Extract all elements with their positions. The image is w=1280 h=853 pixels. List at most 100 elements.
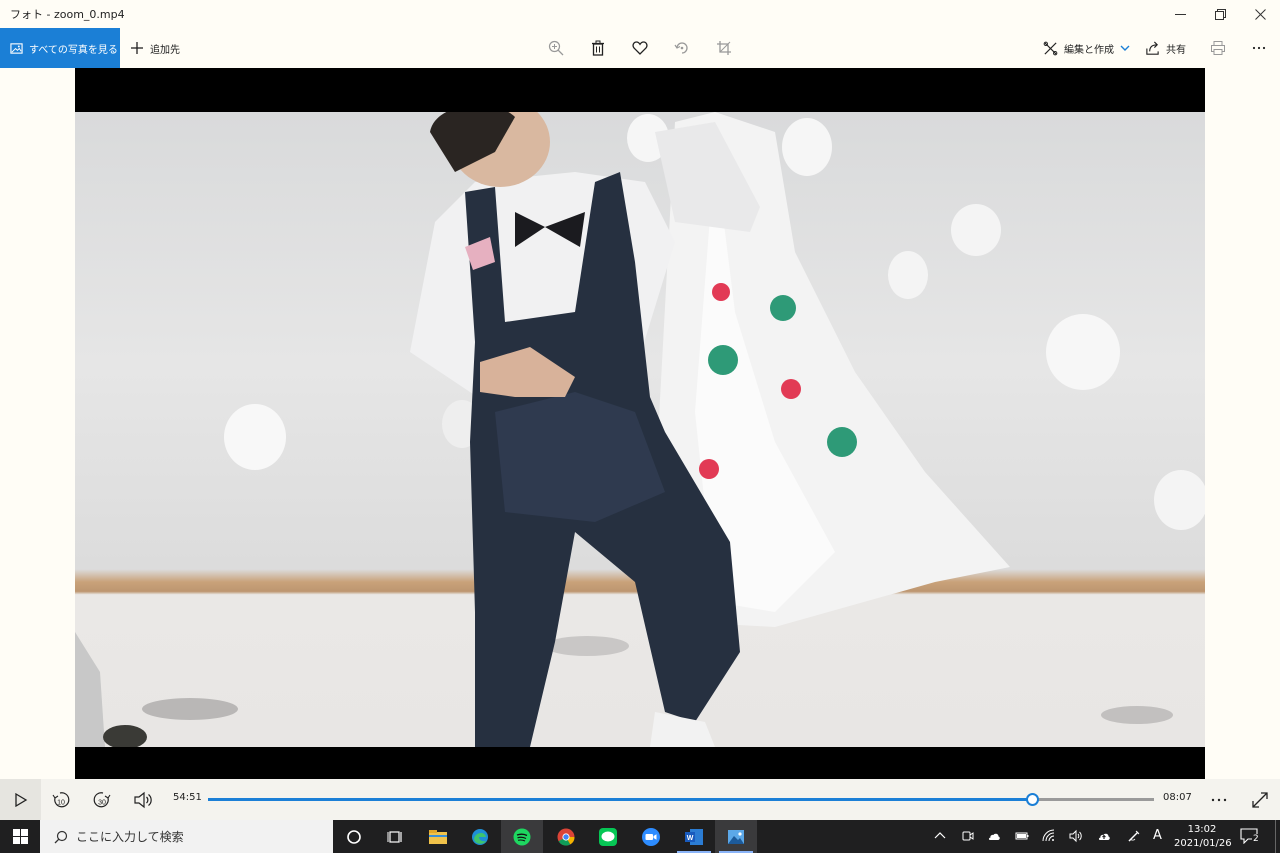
photos-icon (10, 42, 23, 54)
trash-icon (592, 40, 604, 56)
cloud-upload-icon (1098, 833, 1110, 840)
remaining-time: 08:07 (1163, 792, 1192, 803)
seek-thumb[interactable] (1025, 793, 1039, 806)
add-to-button[interactable]: 追加先 (130, 28, 180, 68)
edge-app[interactable] (459, 820, 501, 853)
window-controls (1160, 0, 1280, 28)
edge-icon (472, 828, 488, 845)
edit-create-label: 編集と作成 (1064, 44, 1114, 56)
see-all-photos-label: すべての写真を見る (29, 44, 118, 56)
taskbar-search-box[interactable]: ここに入力して検索 (40, 820, 333, 853)
printer-icon (1211, 41, 1225, 55)
see-all-photos-button[interactable]: すべての写真を見る (0, 28, 120, 68)
video-viewport[interactable] (75, 68, 1205, 779)
zoom-in-icon (548, 40, 564, 56)
chevron-up-icon (934, 832, 946, 839)
plus-icon (131, 42, 143, 54)
word-app[interactable]: W (673, 820, 715, 853)
chevron-down-icon (1120, 45, 1130, 51)
zoom-button[interactable] (546, 38, 566, 58)
wifi-icon (1042, 829, 1055, 842)
playback-controls: 10 30 54:51 08:07 (0, 779, 1280, 820)
word-icon: W (685, 828, 703, 845)
speaker-icon (1069, 829, 1082, 843)
add-to-label: 追加先 (150, 44, 180, 56)
window-title: フォト - zoom_0.mp4 (10, 8, 125, 21)
forward-button[interactable]: 30 (91, 789, 113, 811)
fullscreen-button[interactable] (1249, 789, 1271, 811)
close-icon (1254, 8, 1266, 20)
title-bar: フォト - zoom_0.mp4 (0, 0, 1280, 28)
expand-icon (1252, 792, 1268, 808)
edit-and-create-menu[interactable]: 編集と作成 (1043, 28, 1136, 68)
minimize-icon (1174, 13, 1186, 15)
tray-battery[interactable] (1014, 828, 1030, 844)
clock-time: 13:02 (1187, 824, 1217, 835)
zoom-app[interactable] (630, 820, 672, 853)
print-button[interactable] (1208, 38, 1228, 58)
clock-date: 2021/01/26 (1174, 838, 1232, 849)
action-center-button[interactable]: 2 (1240, 828, 1260, 846)
share-button[interactable]: 共有 (1145, 28, 1186, 68)
video-scene-image (75, 112, 1205, 747)
tray-meet-now[interactable] (960, 828, 976, 844)
folder-icon (429, 829, 447, 844)
show-hidden-icons-button[interactable] (932, 828, 948, 844)
search-icon (54, 830, 68, 843)
heart-icon (632, 41, 648, 55)
windows-taskbar: ここに入力して検索 W A 13:02 2021/01/26 2 (0, 820, 1280, 853)
crop-button[interactable] (714, 38, 734, 58)
cortana-button[interactable] (333, 820, 375, 853)
tray-network[interactable] (1041, 828, 1057, 844)
tray-upload[interactable] (1096, 828, 1112, 844)
tray-pen[interactable] (1126, 828, 1142, 844)
share-icon (1146, 41, 1159, 55)
file-explorer-app[interactable] (417, 820, 459, 853)
task-view-icon (387, 830, 402, 843)
play-button[interactable] (0, 779, 41, 820)
seek-progress (208, 798, 1032, 801)
line-app[interactable] (587, 820, 629, 853)
volume-icon (134, 791, 152, 809)
meet-now-icon (962, 831, 974, 841)
battery-icon (1015, 832, 1029, 840)
close-button[interactable] (1240, 0, 1280, 28)
rotate-button[interactable] (672, 38, 692, 58)
play-icon (14, 792, 27, 807)
taskbar-clock[interactable]: 13:02 2021/01/26 (1174, 823, 1232, 851)
svg-text:W: W (687, 835, 694, 842)
share-label: 共有 (1166, 44, 1186, 56)
forward-seconds-label: 30 (98, 800, 106, 807)
tray-onedrive[interactable] (986, 828, 1002, 844)
cloud-icon (988, 833, 1000, 840)
notification-count: 2 (1252, 834, 1260, 844)
edit-create-icon (1043, 41, 1058, 55)
rewind-seconds-label: 10 (57, 800, 65, 807)
rewind-button[interactable]: 10 (50, 789, 72, 811)
chrome-app[interactable] (545, 820, 587, 853)
minimize-button[interactable] (1160, 0, 1200, 28)
pen-icon (1128, 830, 1140, 842)
seek-bar[interactable] (208, 793, 1154, 806)
volume-button[interactable] (132, 789, 154, 811)
start-button[interactable] (0, 820, 40, 853)
photos-app[interactable] (715, 820, 757, 853)
crop-icon (717, 41, 731, 55)
task-view-button[interactable] (375, 820, 417, 853)
more-options-button[interactable] (1249, 38, 1269, 58)
ime-indicator[interactable]: A (1153, 828, 1162, 843)
forward-30-icon: 30 (93, 792, 111, 808)
delete-button[interactable] (588, 38, 608, 58)
more-icon (1252, 46, 1266, 50)
restore-icon (1214, 8, 1226, 20)
zoom-camera-icon (642, 827, 660, 846)
spotify-app[interactable] (501, 820, 543, 853)
favorite-button[interactable] (630, 38, 650, 58)
spotify-icon (513, 828, 531, 845)
restore-button[interactable] (1200, 0, 1240, 28)
tray-volume[interactable] (1068, 828, 1084, 844)
elapsed-time: 54:51 (173, 792, 202, 803)
player-more-button[interactable] (1208, 789, 1230, 811)
show-desktop-button[interactable] (1275, 820, 1280, 853)
rewind-10-icon: 10 (52, 792, 70, 808)
